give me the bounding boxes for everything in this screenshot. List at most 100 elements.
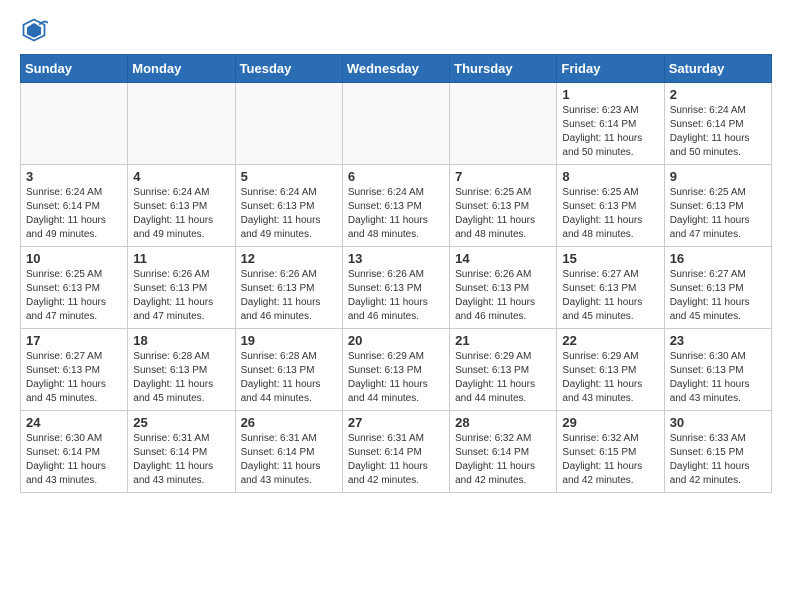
- calendar-cell: 29 Sunrise: 6:32 AM Sunset: 6:15 PM Dayli…: [557, 411, 664, 493]
- calendar-cell: 9 Sunrise: 6:25 AM Sunset: 6:13 PM Daylig…: [664, 165, 771, 247]
- day-number: 3: [26, 169, 122, 184]
- day-info: Sunrise: 6:32 AM Sunset: 6:14 PM Dayligh…: [455, 432, 551, 488]
- calendar-cell: 7Sunrise: 6:25 AM Sunset: 6:13 PM Daylig…: [450, 165, 557, 247]
- calendar-cell: 12 Sunrise: 6:26 AM Sunset: 6:13 PM Dayli…: [235, 247, 342, 329]
- day-number: 28: [455, 415, 551, 430]
- calendar-cell: 13 Sunrise: 6:26 AM Sunset: 6:13 PM Dayli…: [342, 247, 449, 329]
- weekday-header: Wednesday: [342, 55, 449, 83]
- day-info: Sunrise: 6:30 AM Sunset: 6:13 PM Dayligh…: [670, 350, 766, 406]
- calendar-cell: [128, 83, 235, 165]
- day-number: 13: [348, 251, 444, 266]
- day-info: Sunrise: 6:29 AM Sunset: 6:13 PM Dayligh…: [562, 350, 658, 406]
- day-info: Sunrise: 6:32 AM Sunset: 6:15 PM Dayligh…: [562, 432, 658, 488]
- day-info: Sunrise: 6:25 AM Sunset: 6:13 PM Dayligh…: [670, 186, 766, 242]
- day-info: Sunrise: 6:24 AM Sunset: 6:14 PM Dayligh…: [670, 104, 766, 160]
- calendar-cell: 6 Sunrise: 6:24 AM Sunset: 6:13 PM Daylig…: [342, 165, 449, 247]
- calendar-header-row: SundayMondayTuesdayWednesdayThursdayFrid…: [21, 55, 772, 83]
- day-number: 6: [348, 169, 444, 184]
- day-number: 24: [26, 415, 122, 430]
- calendar-week-row: 1 Sunrise: 6:23 AM Sunset: 6:14 PM Daylig…: [21, 83, 772, 165]
- day-info: Sunrise: 6:31 AM Sunset: 6:14 PM Dayligh…: [133, 432, 229, 488]
- day-info: Sunrise: 6:26 AM Sunset: 6:13 PM Dayligh…: [348, 268, 444, 324]
- calendar-cell: 21Sunrise: 6:29 AM Sunset: 6:13 PM Dayli…: [450, 329, 557, 411]
- calendar-cell: [342, 83, 449, 165]
- calendar-cell: 30 Sunrise: 6:33 AM Sunset: 6:15 PM Dayli…: [664, 411, 771, 493]
- weekday-header: Saturday: [664, 55, 771, 83]
- day-number: 29: [562, 415, 658, 430]
- day-number: 16: [670, 251, 766, 266]
- calendar-week-row: 17Sunrise: 6:27 AM Sunset: 6:13 PM Dayli…: [21, 329, 772, 411]
- day-info: Sunrise: 6:23 AM Sunset: 6:14 PM Dayligh…: [562, 104, 658, 160]
- day-number: 17: [26, 333, 122, 348]
- day-number: 26: [241, 415, 337, 430]
- day-number: 21: [455, 333, 551, 348]
- day-info: Sunrise: 6:28 AM Sunset: 6:13 PM Dayligh…: [133, 350, 229, 406]
- weekday-header: Monday: [128, 55, 235, 83]
- weekday-header: Thursday: [450, 55, 557, 83]
- calendar-cell: [450, 83, 557, 165]
- logo: [20, 16, 52, 44]
- day-number: 8: [562, 169, 658, 184]
- day-number: 27: [348, 415, 444, 430]
- day-info: Sunrise: 6:27 AM Sunset: 6:13 PM Dayligh…: [562, 268, 658, 324]
- page: SundayMondayTuesdayWednesdayThursdayFrid…: [0, 0, 792, 513]
- day-info: Sunrise: 6:25 AM Sunset: 6:13 PM Dayligh…: [562, 186, 658, 242]
- calendar-cell: 19 Sunrise: 6:28 AM Sunset: 6:13 PM Dayli…: [235, 329, 342, 411]
- calendar-cell: 16 Sunrise: 6:27 AM Sunset: 6:13 PM Dayli…: [664, 247, 771, 329]
- calendar-cell: 3 Sunrise: 6:24 AM Sunset: 6:14 PM Daylig…: [21, 165, 128, 247]
- weekday-header: Friday: [557, 55, 664, 83]
- calendar-cell: 5Sunrise: 6:24 AM Sunset: 6:13 PM Daylig…: [235, 165, 342, 247]
- calendar-cell: 1 Sunrise: 6:23 AM Sunset: 6:14 PM Daylig…: [557, 83, 664, 165]
- calendar-cell: 14 Sunrise: 6:26 AM Sunset: 6:13 PM Dayli…: [450, 247, 557, 329]
- day-info: Sunrise: 6:25 AM Sunset: 6:13 PM Dayligh…: [26, 268, 122, 324]
- header: [20, 16, 772, 44]
- calendar-cell: [21, 83, 128, 165]
- calendar-cell: 4Sunrise: 6:24 AM Sunset: 6:13 PM Daylig…: [128, 165, 235, 247]
- day-number: 30: [670, 415, 766, 430]
- weekday-header: Tuesday: [235, 55, 342, 83]
- calendar-cell: 11Sunrise: 6:26 AM Sunset: 6:13 PM Dayli…: [128, 247, 235, 329]
- day-number: 2: [670, 87, 766, 102]
- day-number: 14: [455, 251, 551, 266]
- calendar-cell: 18Sunrise: 6:28 AM Sunset: 6:13 PM Dayli…: [128, 329, 235, 411]
- calendar: SundayMondayTuesdayWednesdayThursdayFrid…: [20, 54, 772, 493]
- day-number: 15: [562, 251, 658, 266]
- day-info: Sunrise: 6:29 AM Sunset: 6:13 PM Dayligh…: [348, 350, 444, 406]
- calendar-week-row: 3 Sunrise: 6:24 AM Sunset: 6:14 PM Daylig…: [21, 165, 772, 247]
- day-number: 25: [133, 415, 229, 430]
- day-info: Sunrise: 6:27 AM Sunset: 6:13 PM Dayligh…: [670, 268, 766, 324]
- day-number: 1: [562, 87, 658, 102]
- day-info: Sunrise: 6:31 AM Sunset: 6:14 PM Dayligh…: [348, 432, 444, 488]
- day-number: 20: [348, 333, 444, 348]
- day-number: 22: [562, 333, 658, 348]
- calendar-cell: 17Sunrise: 6:27 AM Sunset: 6:13 PM Dayli…: [21, 329, 128, 411]
- day-info: Sunrise: 6:24 AM Sunset: 6:13 PM Dayligh…: [241, 186, 337, 242]
- weekday-header: Sunday: [21, 55, 128, 83]
- day-info: Sunrise: 6:28 AM Sunset: 6:13 PM Dayligh…: [241, 350, 337, 406]
- day-info: Sunrise: 6:33 AM Sunset: 6:15 PM Dayligh…: [670, 432, 766, 488]
- calendar-cell: 20 Sunrise: 6:29 AM Sunset: 6:13 PM Dayli…: [342, 329, 449, 411]
- day-number: 19: [241, 333, 337, 348]
- day-info: Sunrise: 6:25 AM Sunset: 6:13 PM Dayligh…: [455, 186, 551, 242]
- calendar-cell: 2 Sunrise: 6:24 AM Sunset: 6:14 PM Daylig…: [664, 83, 771, 165]
- calendar-cell: [235, 83, 342, 165]
- day-info: Sunrise: 6:31 AM Sunset: 6:14 PM Dayligh…: [241, 432, 337, 488]
- calendar-cell: 22 Sunrise: 6:29 AM Sunset: 6:13 PM Dayli…: [557, 329, 664, 411]
- day-number: 9: [670, 169, 766, 184]
- day-info: Sunrise: 6:24 AM Sunset: 6:13 PM Dayligh…: [348, 186, 444, 242]
- logo-icon: [20, 16, 48, 44]
- calendar-week-row: 10Sunrise: 6:25 AM Sunset: 6:13 PM Dayli…: [21, 247, 772, 329]
- calendar-cell: 8 Sunrise: 6:25 AM Sunset: 6:13 PM Daylig…: [557, 165, 664, 247]
- calendar-cell: 28 Sunrise: 6:32 AM Sunset: 6:14 PM Dayli…: [450, 411, 557, 493]
- calendar-cell: 23 Sunrise: 6:30 AM Sunset: 6:13 PM Dayli…: [664, 329, 771, 411]
- day-info: Sunrise: 6:26 AM Sunset: 6:13 PM Dayligh…: [241, 268, 337, 324]
- day-info: Sunrise: 6:24 AM Sunset: 6:14 PM Dayligh…: [26, 186, 122, 242]
- day-info: Sunrise: 6:26 AM Sunset: 6:13 PM Dayligh…: [133, 268, 229, 324]
- day-info: Sunrise: 6:30 AM Sunset: 6:14 PM Dayligh…: [26, 432, 122, 488]
- day-number: 12: [241, 251, 337, 266]
- day-number: 4: [133, 169, 229, 184]
- calendar-cell: 15 Sunrise: 6:27 AM Sunset: 6:13 PM Dayli…: [557, 247, 664, 329]
- day-number: 23: [670, 333, 766, 348]
- calendar-cell: 25 Sunrise: 6:31 AM Sunset: 6:14 PM Dayli…: [128, 411, 235, 493]
- day-info: Sunrise: 6:26 AM Sunset: 6:13 PM Dayligh…: [455, 268, 551, 324]
